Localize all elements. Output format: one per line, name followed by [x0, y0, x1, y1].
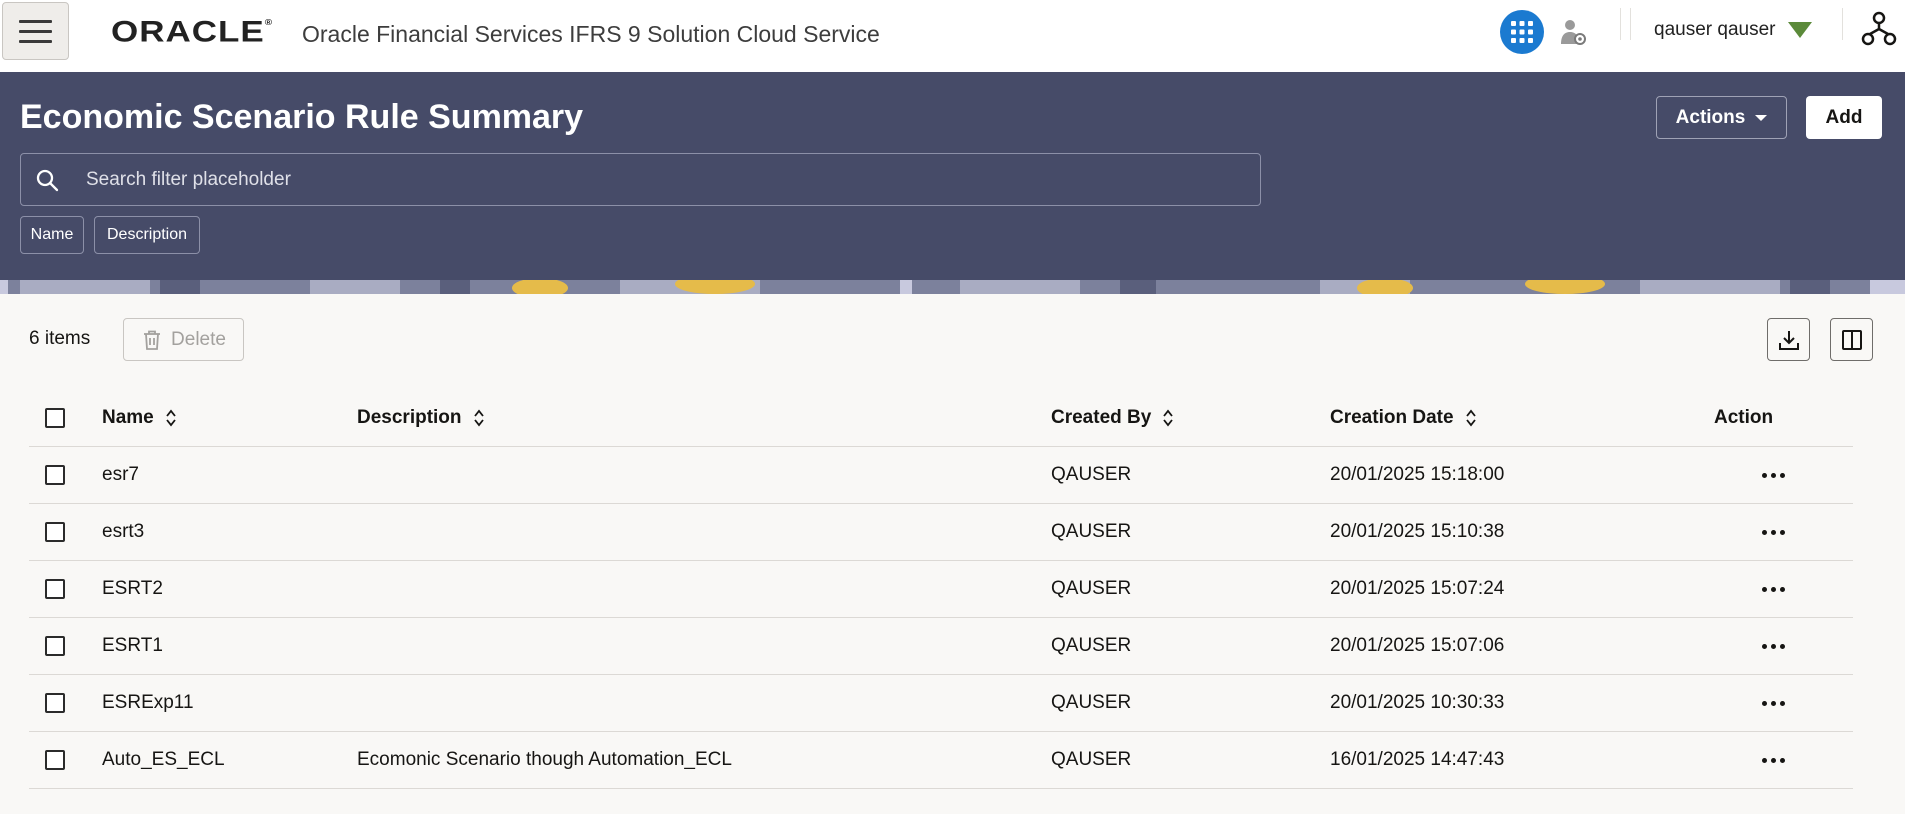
cell-name: esr7	[102, 464, 139, 485]
table-row[interactable]: Auto_ES_ECL Ecomonic Scenario though Aut…	[29, 732, 1853, 789]
trash-icon	[144, 330, 161, 350]
items-count: 6 items	[29, 328, 91, 349]
delete-label: Delete	[171, 328, 226, 350]
sort-icon	[1465, 409, 1476, 427]
sort-icon	[473, 409, 484, 427]
table-row[interactable]: ESRT2 QAUSER 20/01/2025 15:07:24	[29, 561, 1853, 618]
cell-creation-date: 20/01/2025 15:07:24	[1330, 578, 1505, 599]
column-panel-icon	[1841, 329, 1862, 350]
actions-button[interactable]: Actions	[1656, 96, 1787, 139]
more-horizontal-icon[interactable]	[1762, 529, 1785, 535]
row-checkbox[interactable]	[45, 522, 65, 542]
column-label: Name	[102, 407, 154, 428]
download-icon	[1778, 330, 1799, 350]
separator	[1842, 8, 1843, 40]
top-bar: ORACLE® Oracle Financial Services IFRS 9…	[0, 0, 1905, 72]
row-checkbox[interactable]	[45, 636, 65, 656]
column-header-created-by[interactable]: Created By	[1051, 390, 1174, 446]
filter-chip-description[interactable]: Description	[94, 216, 200, 254]
row-checkbox[interactable]	[45, 750, 65, 770]
app-title: Oracle Financial Services IFRS 9 Solutio…	[302, 21, 880, 47]
table-header-row: Name Description Created By Creation Dat…	[29, 390, 1853, 447]
cell-creation-date: 16/01/2025 14:47:43	[1330, 749, 1505, 770]
search-bar	[20, 153, 1261, 206]
search-input[interactable]	[86, 154, 1246, 205]
table-row[interactable]: esrt3 QAUSER 20/01/2025 15:10:38	[29, 504, 1853, 561]
caret-down-icon[interactable]	[1788, 22, 1812, 38]
cell-creation-date: 20/01/2025 15:10:38	[1330, 521, 1505, 542]
more-horizontal-icon[interactable]	[1762, 472, 1785, 478]
cell-creation-date: 20/01/2025 15:18:00	[1330, 464, 1505, 485]
column-label: Created By	[1051, 407, 1152, 428]
rules-table: Name Description Created By Creation Dat…	[29, 390, 1853, 789]
download-button[interactable]	[1767, 318, 1810, 361]
table-row[interactable]: ESRT1 QAUSER 20/01/2025 15:07:06	[29, 618, 1853, 675]
cell-name: ESRExp11	[102, 692, 194, 713]
hierarchy-icon[interactable]	[1861, 11, 1897, 47]
cell-created-by: QAUSER	[1051, 692, 1132, 713]
row-checkbox[interactable]	[45, 693, 65, 713]
column-header-creation-date[interactable]: Creation Date	[1330, 390, 1476, 446]
page-title: Economic Scenario Rule Summary	[20, 98, 584, 136]
cell-created-by: QAUSER	[1051, 578, 1132, 599]
cell-created-by: QAUSER	[1051, 749, 1132, 770]
column-label: Description	[357, 407, 462, 428]
page-header: Economic Scenario Rule Summary Actions A…	[0, 72, 1905, 280]
column-header-action: Action	[1714, 407, 1774, 428]
row-checkbox[interactable]	[45, 579, 65, 599]
table-row[interactable]: esr7 QAUSER 20/01/2025 15:18:00	[29, 447, 1853, 504]
delete-button[interactable]: Delete	[123, 318, 244, 361]
cell-creation-date: 20/01/2025 15:07:06	[1330, 635, 1505, 656]
filter-chip-name[interactable]: Name	[20, 216, 84, 254]
more-horizontal-icon[interactable]	[1762, 586, 1785, 592]
cell-name: esrt3	[102, 521, 145, 542]
cell-description: Ecomonic Scenario though Automation_ECL	[357, 749, 732, 770]
separator	[1620, 8, 1621, 40]
sort-icon	[1163, 409, 1174, 427]
cell-created-by: QAUSER	[1051, 464, 1132, 485]
column-header-description[interactable]: Description	[357, 390, 484, 446]
separator	[1630, 8, 1631, 40]
search-icon	[36, 169, 59, 192]
user-name[interactable]: qauser qauser	[1654, 19, 1775, 41]
cell-name: Auto_ES_ECL	[102, 749, 225, 770]
more-horizontal-icon[interactable]	[1762, 643, 1785, 649]
app-grid-icon[interactable]	[1500, 10, 1544, 54]
column-label: Creation Date	[1330, 407, 1454, 428]
oracle-logo: ORACLE®	[111, 15, 274, 49]
actions-label: Actions	[1675, 106, 1746, 128]
chevron-down-icon	[1755, 114, 1768, 121]
cell-creation-date: 20/01/2025 10:30:33	[1330, 692, 1505, 713]
column-header-name[interactable]: Name	[102, 390, 176, 446]
more-horizontal-icon[interactable]	[1762, 700, 1785, 706]
table-row[interactable]: ESRExp11 QAUSER 20/01/2025 10:30:33	[29, 675, 1853, 732]
more-horizontal-icon[interactable]	[1762, 757, 1785, 763]
cell-name: ESRT2	[102, 578, 163, 599]
select-all-checkbox[interactable]	[45, 408, 65, 428]
cell-name: ESRT1	[102, 635, 163, 656]
cell-created-by: QAUSER	[1051, 635, 1132, 656]
hamburger-menu-icon[interactable]	[2, 2, 69, 60]
column-panel-button[interactable]	[1830, 318, 1873, 361]
add-button[interactable]: Add	[1806, 96, 1882, 139]
cell-created-by: QAUSER	[1051, 521, 1132, 542]
sort-icon	[166, 409, 176, 427]
decorative-banner	[0, 280, 1905, 294]
row-checkbox[interactable]	[45, 465, 65, 485]
admin-user-icon[interactable]	[1560, 18, 1586, 46]
